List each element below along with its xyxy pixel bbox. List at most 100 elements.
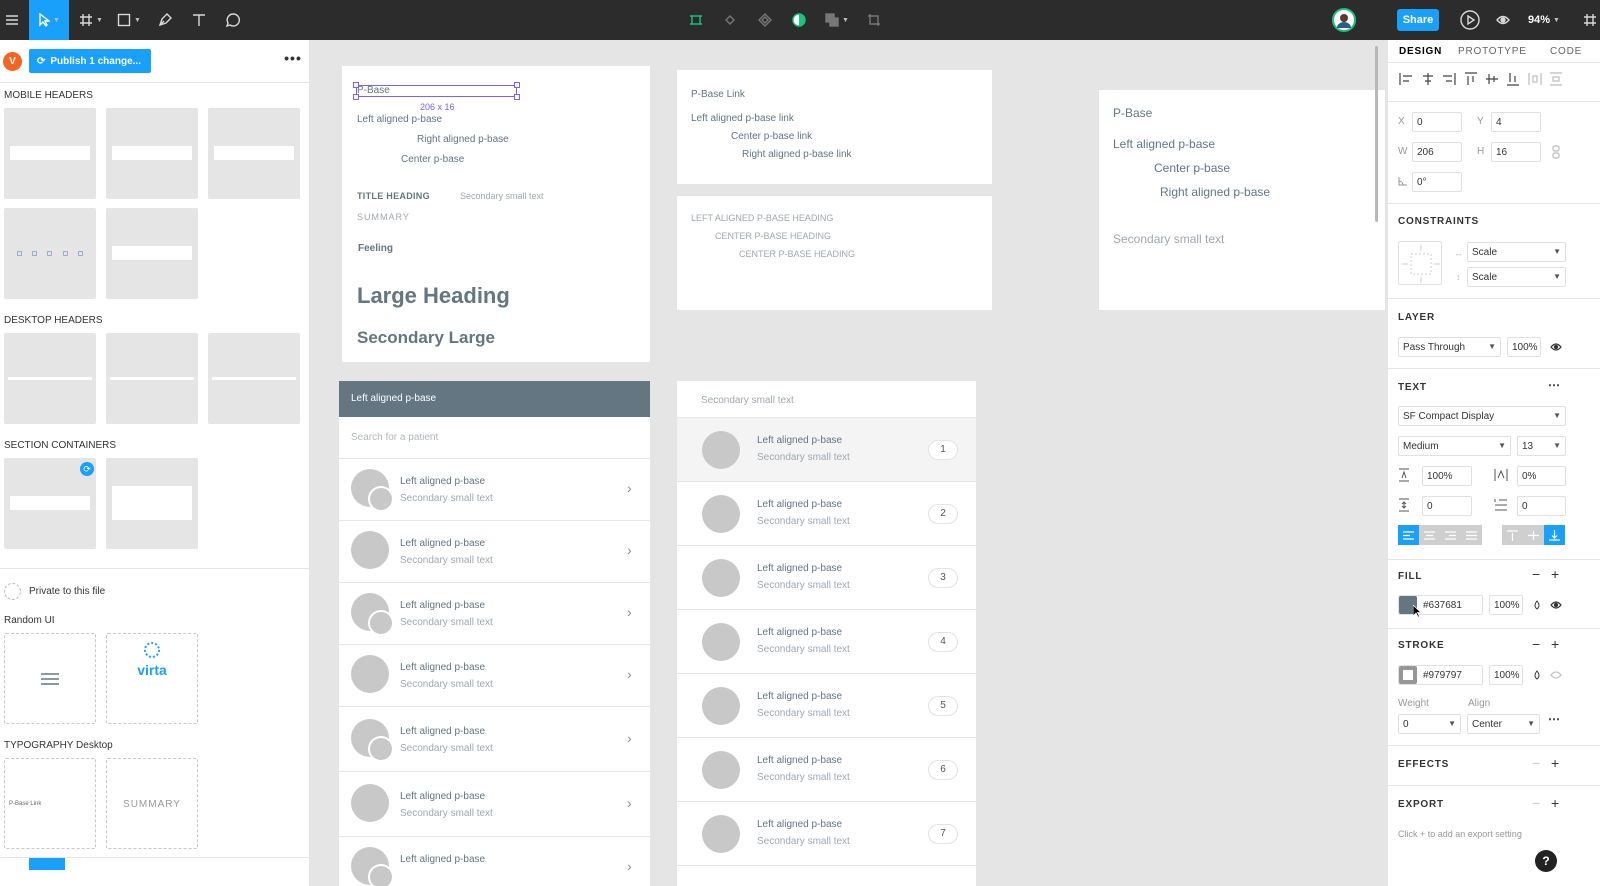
pen-tool-button[interactable] <box>153 0 177 40</box>
table-row[interactable]: Left aligned p-base Secondary small text › <box>339 521 650 583</box>
stroke-more-icon[interactable]: ⋯ <box>1548 712 1561 726</box>
center-text[interactable]: Center p-base <box>1154 161 1230 175</box>
stroke-swatch[interactable] <box>1399 666 1417 684</box>
selection-box[interactable] <box>356 85 517 97</box>
component-thumb[interactable] <box>4 208 96 299</box>
p-base-text[interactable]: P-Base <box>1113 106 1152 120</box>
secondary-small-text[interactable]: Secondary small text <box>1113 232 1224 246</box>
add-effect-icon[interactable]: + <box>1551 755 1559 771</box>
component-thumb[interactable] <box>208 108 300 199</box>
paragraph-spacing-input[interactable]: 0 <box>1422 496 1472 516</box>
list-item[interactable]: Left aligned p-base Secondary small text 4 <box>677 610 976 674</box>
title-heading-text[interactable]: TITLE HEADING <box>357 191 430 201</box>
publish-button[interactable]: ⟳ Publish 1 change... <box>29 49 151 73</box>
tab-design[interactable]: DESIGN <box>1399 40 1442 62</box>
remove-effect-icon[interactable]: − <box>1532 755 1540 771</box>
right-aligned-text[interactable]: Right aligned p-base <box>417 134 509 145</box>
view-icon[interactable] <box>1493 0 1513 40</box>
more-options-icon[interactable]: ••• <box>281 50 305 70</box>
paragraph-indent-input[interactable]: 0 <box>1517 496 1566 516</box>
component-thumb[interactable] <box>106 333 198 424</box>
links-frame[interactable]: P-Base Link Left aligned p-base link Cen… <box>677 70 992 184</box>
font-weight-select[interactable]: Medium ▼ <box>1398 436 1511 456</box>
center-heading-text[interactable]: CENTER P-BASE HEADING <box>715 231 831 241</box>
table-row[interactable]: Left aligned p-base Secondary small text › <box>339 772 650 837</box>
canvas-scrollbar[interactable] <box>1375 46 1378 222</box>
component-thumb[interactable] <box>4 333 96 424</box>
center-link-text[interactable]: Center p-base link <box>731 131 812 142</box>
list-item[interactable]: Left aligned p-base Secondary small text 5 <box>677 674 976 738</box>
summary-text[interactable]: SUMMARY <box>357 212 410 222</box>
remove-stroke-icon[interactable]: − <box>1532 636 1540 652</box>
menu-icon[interactable] <box>0 0 24 40</box>
resize-handle[interactable] <box>514 82 520 88</box>
secondary-large-text[interactable]: Secondary Large <box>357 328 495 348</box>
width-input[interactable]: 206 <box>1412 142 1462 162</box>
numbered-list-frame[interactable]: Secondary small text Left aligned p-base… <box>677 381 976 886</box>
secondary-small-text[interactable]: Secondary small text <box>460 191 544 201</box>
list-item[interactable]: Left aligned p-base Secondary small text 2 <box>677 482 976 546</box>
list-item[interactable]: Left aligned p-base Secondary small text 6 <box>677 738 976 802</box>
large-heading-text[interactable]: Large Heading <box>357 283 510 309</box>
text-valign-bottom-button[interactable] <box>1544 525 1565 545</box>
text-valign-middle-button[interactable] <box>1523 525 1544 545</box>
left-link-text[interactable]: Left aligned p-base link <box>691 113 794 124</box>
text-align-right-button[interactable] <box>1440 525 1461 545</box>
x-input[interactable]: 0 <box>1412 112 1462 132</box>
style-icon[interactable] <box>1533 670 1541 680</box>
vertical-constraint-select[interactable]: Scale ▼ <box>1467 267 1566 287</box>
line-height-input[interactable]: 100% <box>1422 466 1472 486</box>
height-input[interactable]: 16 <box>1491 142 1541 162</box>
fill-opacity-input[interactable]: 100% <box>1489 595 1523 615</box>
typography-large-frame[interactable]: P-Base Left aligned p-base Center p-base… <box>1099 90 1385 310</box>
table-row[interactable]: Left aligned p-base Secondary small text › <box>339 645 650 707</box>
add-export-icon[interactable]: + <box>1551 795 1559 811</box>
left-heading-text[interactable]: LEFT ALIGNED P-BASE HEADING <box>691 213 833 223</box>
letter-spacing-input[interactable]: 0% <box>1517 466 1566 486</box>
table-row[interactable]: Left aligned p-base Secondary small text › <box>339 707 650 772</box>
right-link-text[interactable]: Right aligned p-base link <box>742 149 852 160</box>
left-aligned-text[interactable]: Left aligned p-base <box>1113 137 1215 151</box>
center-heading-text[interactable]: CENTER P-BASE HEADING <box>739 249 855 259</box>
table-row[interactable]: Left aligned p-base Secondary small text › <box>339 459 650 521</box>
center-text[interactable]: Center p-base <box>401 154 464 165</box>
frame-tool-button[interactable]: ▼ <box>76 0 106 40</box>
list-item[interactable]: Left aligned p-base Secondary small text 3 <box>677 546 976 610</box>
resize-handle[interactable] <box>514 94 520 100</box>
user-avatar[interactable] <box>1330 0 1358 40</box>
component-thumb[interactable]: P-Base Link <box>4 758 96 849</box>
distribute-horizontal-icon[interactable] <box>1528 72 1542 86</box>
align-right-icon[interactable] <box>1442 72 1456 86</box>
layer-opacity-input[interactable]: 100% <box>1507 337 1541 357</box>
help-button[interactable]: ? <box>1535 850 1557 872</box>
component-thumb[interactable] <box>106 208 198 299</box>
component-icon[interactable] <box>686 0 706 40</box>
present-button[interactable] <box>1458 0 1482 40</box>
eye-icon[interactable] <box>1550 600 1562 610</box>
right-aligned-text[interactable]: Right aligned p-base <box>1160 185 1270 199</box>
reset-instance-icon[interactable] <box>720 0 740 40</box>
shape-tool-button[interactable]: ▼ <box>114 0 144 40</box>
design-canvas[interactable]: P-Base 206 x 16 Left aligned p-base Righ… <box>310 40 1387 886</box>
align-top-icon[interactable] <box>1464 72 1478 86</box>
link-text[interactable]: P-Base Link <box>691 89 745 100</box>
blend-mode-select[interactable]: Pass Through ▼ <box>1398 337 1501 357</box>
align-left-icon[interactable] <box>1399 72 1413 86</box>
tab-prototype[interactable]: PROTOTYPE <box>1458 40 1527 62</box>
text-valign-top-button[interactable] <box>1502 525 1523 545</box>
align-vcenter-icon[interactable] <box>1485 72 1499 86</box>
align-bottom-icon[interactable] <box>1506 72 1520 86</box>
crop-icon[interactable] <box>864 0 884 40</box>
constraints-widget[interactable] <box>1398 241 1442 285</box>
text-align-center-button[interactable] <box>1419 525 1440 545</box>
share-button[interactable]: Share <box>1397 9 1439 31</box>
typography-frame[interactable]: P-Base 206 x 16 Left aligned p-base Righ… <box>342 66 650 362</box>
component-thumb[interactable] <box>106 108 198 199</box>
tab-code[interactable]: CODE <box>1550 40 1582 62</box>
comment-tool-button[interactable] <box>221 0 245 40</box>
rotation-input[interactable]: 0° <box>1412 172 1462 192</box>
table-row[interactable]: Left aligned p-base Secondary small text › <box>339 583 650 645</box>
eye-icon[interactable] <box>1550 670 1562 680</box>
component-thumb[interactable]: ⟳ <box>4 458 96 549</box>
search-input[interactable]: Search for a patient <box>351 432 438 443</box>
